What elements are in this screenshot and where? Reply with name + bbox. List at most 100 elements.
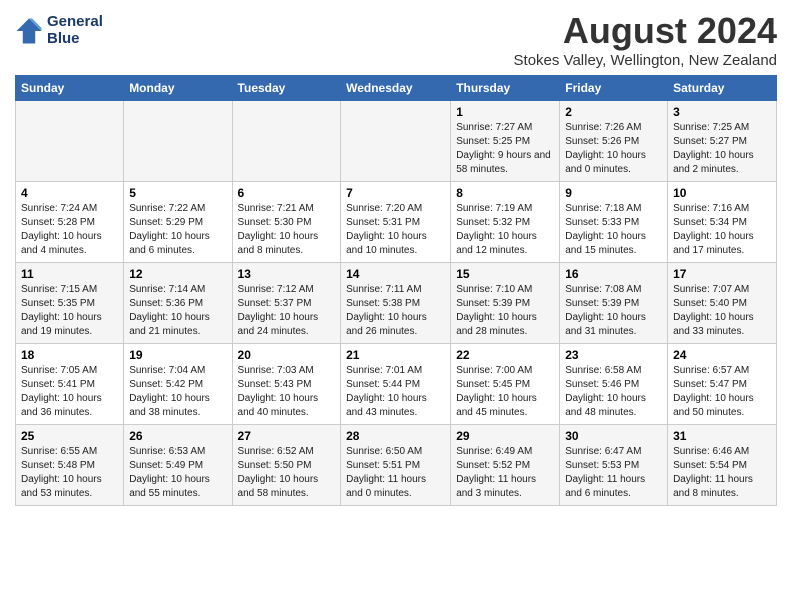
day-number: 23 — [565, 348, 662, 362]
logo-line1: General — [47, 14, 103, 31]
day-number: 27 — [238, 429, 336, 443]
calendar-cell: 30 Sunrise: 6:47 AM Sunset: 5:53 PM Dayli… — [560, 425, 668, 506]
header-day: Friday — [560, 76, 668, 101]
calendar-cell: 16 Sunrise: 7:08 AM Sunset: 5:39 PM Dayli… — [560, 263, 668, 344]
day-number: 16 — [565, 267, 662, 281]
calendar-cell: 28 Sunrise: 6:50 AM Sunset: 5:51 PM Dayli… — [341, 425, 451, 506]
calendar-cell: 20Sunrise: 7:03 AM Sunset: 5:43 PM Dayli… — [232, 344, 341, 425]
day-info: Sunrise: 7:27 AM Sunset: 5:25 PM Dayligh… — [456, 121, 554, 177]
day-number: 25 — [21, 429, 118, 443]
day-number: 2 — [565, 105, 662, 119]
day-info: Sunrise: 7:08 AM Sunset: 5:39 PM Dayligh… — [565, 283, 662, 339]
calendar-cell: 17Sunrise: 7:07 AM Sunset: 5:40 PM Dayli… — [668, 263, 777, 344]
day-info: Sunrise: 7:10 AM Sunset: 5:39 PM Dayligh… — [456, 283, 554, 339]
calendar-cell: 10 Sunrise: 7:16 AM Sunset: 5:34 PM Dayli… — [668, 182, 777, 263]
day-number: 11 — [21, 267, 118, 281]
day-info: Sunrise: 7:16 AM Sunset: 5:34 PM Dayligh… — [673, 202, 771, 258]
calendar-cell: 14 Sunrise: 7:11 AM Sunset: 5:38 PM Dayli… — [341, 263, 451, 344]
day-info: Sunrise: 7:11 AM Sunset: 5:38 PM Dayligh… — [346, 283, 445, 339]
title-area: August 2024 Stokes Valley, Wellington, N… — [514, 10, 777, 69]
logo-icon — [15, 17, 43, 45]
calendar-body: 1 Sunrise: 7:27 AM Sunset: 5:25 PM Daylig… — [16, 101, 777, 506]
day-number: 26 — [129, 429, 226, 443]
calendar-cell: 4Sunrise: 7:24 AM Sunset: 5:28 PM Daylig… — [16, 182, 124, 263]
calendar-cell — [16, 101, 124, 182]
calendar-week-row: 25 Sunrise: 6:55 AM Sunset: 5:48 PM Dayli… — [16, 425, 777, 506]
day-info: Sunrise: 7:26 AM Sunset: 5:26 PM Dayligh… — [565, 121, 662, 177]
header-day: Wednesday — [341, 76, 451, 101]
calendar-cell — [232, 101, 341, 182]
day-info: Sunrise: 6:55 AM Sunset: 5:48 PM Dayligh… — [21, 445, 118, 501]
logo-text: General Blue — [47, 14, 103, 47]
header: General Blue August 2024 Stokes Valley, … — [15, 10, 777, 69]
day-info: Sunrise: 7:03 AM Sunset: 5:43 PM Dayligh… — [238, 364, 336, 420]
calendar-cell: 8Sunrise: 7:19 AM Sunset: 5:32 PM Daylig… — [451, 182, 560, 263]
calendar-week-row: 4Sunrise: 7:24 AM Sunset: 5:28 PM Daylig… — [16, 182, 777, 263]
calendar-cell: 1 Sunrise: 7:27 AM Sunset: 5:25 PM Daylig… — [451, 101, 560, 182]
day-info: Sunrise: 6:57 AM Sunset: 5:47 PM Dayligh… — [673, 364, 771, 420]
logo-line2: Blue — [47, 31, 103, 48]
day-number: 31 — [673, 429, 771, 443]
logo: General Blue — [15, 14, 103, 47]
calendar-cell — [341, 101, 451, 182]
calendar-cell: 27 Sunrise: 6:52 AM Sunset: 5:50 PM Dayli… — [232, 425, 341, 506]
day-number: 6 — [238, 186, 336, 200]
day-info: Sunrise: 7:25 AM Sunset: 5:27 PM Dayligh… — [673, 121, 771, 177]
calendar-cell: 3 Sunrise: 7:25 AM Sunset: 5:27 PM Daylig… — [668, 101, 777, 182]
day-info: Sunrise: 6:49 AM Sunset: 5:52 PM Dayligh… — [456, 445, 554, 501]
calendar-cell: 18 Sunrise: 7:05 AM Sunset: 5:41 PM Dayli… — [16, 344, 124, 425]
day-number: 21 — [346, 348, 445, 362]
day-number: 10 — [673, 186, 771, 200]
day-info: Sunrise: 7:19 AM Sunset: 5:32 PM Dayligh… — [456, 202, 554, 258]
calendar-week-row: 1 Sunrise: 7:27 AM Sunset: 5:25 PM Daylig… — [16, 101, 777, 182]
day-number: 1 — [456, 105, 554, 119]
day-number: 30 — [565, 429, 662, 443]
day-info: Sunrise: 7:05 AM Sunset: 5:41 PM Dayligh… — [21, 364, 118, 420]
calendar-cell: 25 Sunrise: 6:55 AM Sunset: 5:48 PM Dayli… — [16, 425, 124, 506]
calendar-cell: 23 Sunrise: 6:58 AM Sunset: 5:46 PM Dayli… — [560, 344, 668, 425]
calendar-cell: 12Sunrise: 7:14 AM Sunset: 5:36 PM Dayli… — [124, 263, 232, 344]
day-info: Sunrise: 7:15 AM Sunset: 5:35 PM Dayligh… — [21, 283, 118, 339]
day-info: Sunrise: 7:14 AM Sunset: 5:36 PM Dayligh… — [129, 283, 226, 339]
day-number: 19 — [129, 348, 226, 362]
day-number: 28 — [346, 429, 445, 443]
calendar-cell: 21 Sunrise: 7:01 AM Sunset: 5:44 PM Dayli… — [341, 344, 451, 425]
day-info: Sunrise: 7:18 AM Sunset: 5:33 PM Dayligh… — [565, 202, 662, 258]
calendar-cell: 15Sunrise: 7:10 AM Sunset: 5:39 PM Dayli… — [451, 263, 560, 344]
day-number: 7 — [346, 186, 445, 200]
day-info: Sunrise: 7:00 AM Sunset: 5:45 PM Dayligh… — [456, 364, 554, 420]
calendar-cell: 29 Sunrise: 6:49 AM Sunset: 5:52 PM Dayli… — [451, 425, 560, 506]
day-number: 3 — [673, 105, 771, 119]
day-info: Sunrise: 6:47 AM Sunset: 5:53 PM Dayligh… — [565, 445, 662, 501]
day-info: Sunrise: 6:46 AM Sunset: 5:54 PM Dayligh… — [673, 445, 771, 501]
day-number: 13 — [238, 267, 336, 281]
calendar-cell: 24Sunrise: 6:57 AM Sunset: 5:47 PM Dayli… — [668, 344, 777, 425]
header-day: Sunday — [16, 76, 124, 101]
calendar-cell: 6Sunrise: 7:21 AM Sunset: 5:30 PM Daylig… — [232, 182, 341, 263]
day-info: Sunrise: 6:58 AM Sunset: 5:46 PM Dayligh… — [565, 364, 662, 420]
main-title: August 2024 — [514, 10, 777, 52]
calendar-cell: 26Sunrise: 6:53 AM Sunset: 5:49 PM Dayli… — [124, 425, 232, 506]
header-day: Thursday — [451, 76, 560, 101]
calendar-week-row: 11 Sunrise: 7:15 AM Sunset: 5:35 PM Dayli… — [16, 263, 777, 344]
calendar-cell: 5Sunrise: 7:22 AM Sunset: 5:29 PM Daylig… — [124, 182, 232, 263]
day-number: 9 — [565, 186, 662, 200]
day-info: Sunrise: 6:52 AM Sunset: 5:50 PM Dayligh… — [238, 445, 336, 501]
calendar-cell: 9 Sunrise: 7:18 AM Sunset: 5:33 PM Daylig… — [560, 182, 668, 263]
day-info: Sunrise: 7:22 AM Sunset: 5:29 PM Dayligh… — [129, 202, 226, 258]
day-info: Sunrise: 6:50 AM Sunset: 5:51 PM Dayligh… — [346, 445, 445, 501]
day-number: 29 — [456, 429, 554, 443]
day-info: Sunrise: 7:04 AM Sunset: 5:42 PM Dayligh… — [129, 364, 226, 420]
day-info: Sunrise: 7:20 AM Sunset: 5:31 PM Dayligh… — [346, 202, 445, 258]
day-number: 14 — [346, 267, 445, 281]
day-number: 18 — [21, 348, 118, 362]
calendar-table: SundayMondayTuesdayWednesdayThursdayFrid… — [15, 75, 777, 506]
calendar-cell: 31 Sunrise: 6:46 AM Sunset: 5:54 PM Dayli… — [668, 425, 777, 506]
calendar-cell: 13Sunrise: 7:12 AM Sunset: 5:37 PM Dayli… — [232, 263, 341, 344]
day-info: Sunrise: 7:07 AM Sunset: 5:40 PM Dayligh… — [673, 283, 771, 339]
day-number: 22 — [456, 348, 554, 362]
day-info: Sunrise: 7:01 AM Sunset: 5:44 PM Dayligh… — [346, 364, 445, 420]
header-day: Saturday — [668, 76, 777, 101]
calendar-cell: 19 Sunrise: 7:04 AM Sunset: 5:42 PM Dayli… — [124, 344, 232, 425]
day-number: 4 — [21, 186, 118, 200]
